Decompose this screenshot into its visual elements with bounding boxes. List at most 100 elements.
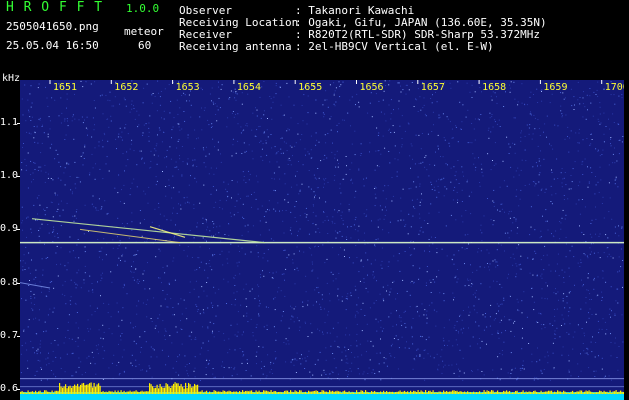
level-bar-peak (440, 391, 442, 394)
level-bar-peak (240, 392, 242, 394)
level-bar-peak (150, 384, 152, 394)
level-bar-peak (29, 392, 31, 394)
level-bar-peak (623, 392, 624, 394)
level-bar-peak (594, 392, 596, 394)
level-bar-peak (104, 392, 106, 394)
level-bar-peak (357, 392, 359, 394)
level-bar-peak (249, 390, 251, 394)
level-bar-peak (372, 391, 374, 394)
level-bar-peak (116, 392, 118, 394)
level-bar-peak (572, 390, 574, 394)
level-bar-peak (512, 392, 514, 394)
level-bar-peak (621, 391, 623, 394)
level-bar-peak (527, 392, 529, 394)
level-bar-peak (500, 392, 502, 394)
level-bar-peak (183, 388, 185, 394)
level-bar-peak (30, 391, 32, 394)
level-bar-peak (404, 390, 406, 394)
level-bar-peak (195, 385, 197, 394)
level-bar-peak (617, 392, 619, 394)
level-bar-peak (509, 390, 511, 394)
level-bar-peak (510, 392, 512, 394)
level-bar-peak (303, 392, 305, 394)
level-bar-peak (432, 390, 434, 394)
level-bar-peak (209, 391, 211, 394)
level-bar-peak (351, 391, 353, 394)
level-bar-peak (66, 388, 68, 394)
level-bar-peak (224, 390, 226, 394)
level-bar-peak (380, 391, 382, 394)
level-bar-peak (461, 391, 463, 394)
level-bar-peak (99, 385, 101, 394)
level-bar-peak (342, 391, 344, 394)
level-bar-peak (92, 387, 94, 394)
level-bar-peak (389, 391, 391, 394)
level-bar-peak (69, 385, 71, 394)
level-bar-peak (491, 390, 493, 394)
level-bar-peak (393, 392, 395, 394)
level-bar-peak (521, 391, 523, 394)
level-bar-peak (90, 382, 92, 394)
level-bar-peak (410, 390, 412, 394)
level-bar-peak (93, 382, 95, 394)
level-bar-peak (275, 391, 277, 394)
y-tick-label: 0.7 (0, 330, 19, 341)
level-bar-peak (239, 391, 241, 394)
header-panel: H R O F F T 1.0.0 2505041650.png meteor … (0, 0, 629, 78)
level-bar-peak (114, 390, 116, 394)
level-bar-peak (362, 390, 364, 394)
level-bar-peak (185, 382, 187, 394)
level-bar-peak (425, 390, 427, 394)
level-bar-peak (327, 392, 329, 394)
level-bar-peak (375, 392, 377, 394)
level-bar-peak (164, 387, 166, 394)
level-bar-peak (507, 391, 509, 394)
level-bar-peak (524, 392, 526, 394)
level-bar-peak (125, 392, 127, 394)
level-bar-peak (284, 390, 286, 394)
level-bar-peak (123, 390, 125, 394)
level-bar-peak (105, 391, 107, 394)
level-bar-peak (411, 392, 413, 394)
level-bar-peak (159, 383, 161, 394)
level-bar-peak (371, 391, 373, 394)
level-bar-peak (47, 391, 49, 394)
level-bar-peak (365, 390, 367, 394)
level-bar-peak (525, 391, 527, 394)
level-bar-peak (201, 390, 203, 394)
level-bar-peak (338, 391, 340, 394)
level-bar-peak (59, 382, 61, 394)
level-bar-peak (468, 392, 470, 394)
level-bar-peak (444, 391, 446, 394)
level-bar-peak (204, 391, 206, 394)
level-bar-peak (398, 391, 400, 394)
y-tick-label: 0.6 (0, 383, 19, 395)
level-bar-peak (246, 390, 248, 394)
level-bar-peak (87, 384, 89, 394)
x-tick-label: 1700 (605, 82, 624, 93)
level-bar-peak (243, 391, 245, 394)
level-bar-peak (39, 390, 41, 394)
level-bar-peak (269, 391, 271, 394)
level-bar-peak (396, 391, 398, 394)
level-bar-peak (452, 390, 454, 394)
level-bar-peak (356, 390, 358, 394)
level-bar-peak (282, 392, 284, 394)
level-bar-peak (122, 392, 124, 394)
level-bar-peak (416, 391, 418, 394)
level-bar-peak (290, 390, 292, 394)
x-tick-label: 1657 (421, 82, 445, 93)
level-bar-peak (533, 391, 535, 394)
level-bar-peak (102, 391, 104, 394)
level-bar-peak (254, 392, 256, 394)
level-bar-peak (560, 391, 562, 394)
level-bar-peak (317, 390, 319, 394)
level-bar-peak (165, 383, 167, 394)
level-bar-peak (158, 388, 160, 394)
level-bar-peak (113, 392, 115, 394)
level-bar-peak (384, 392, 386, 394)
level-bar-peak (363, 392, 365, 394)
level-bar-peak (261, 392, 263, 394)
level-bar-peak (308, 390, 310, 394)
x-tick-label: 1651 (53, 82, 77, 93)
